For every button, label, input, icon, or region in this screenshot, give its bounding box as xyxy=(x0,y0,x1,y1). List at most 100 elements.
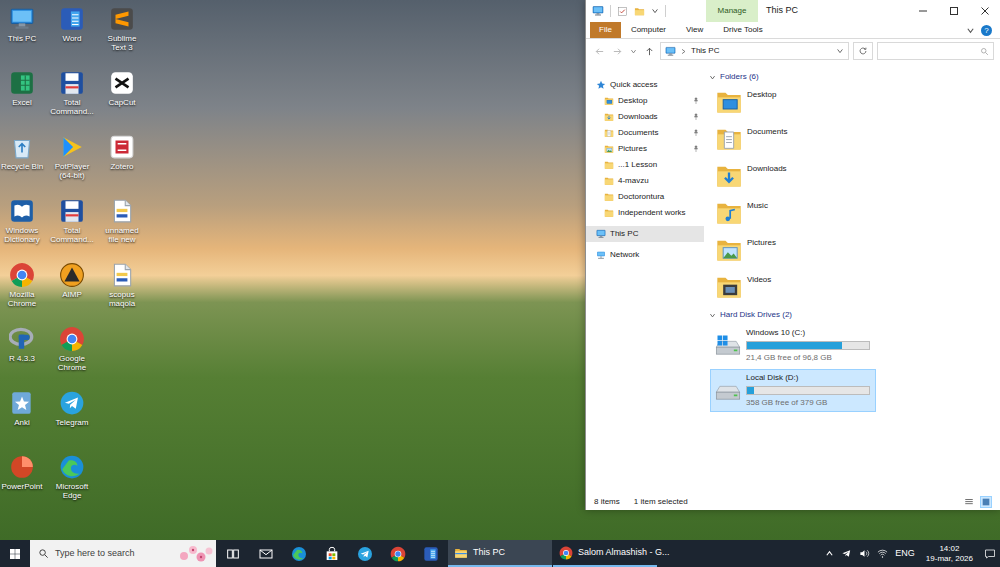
drive-usage-bar xyxy=(746,341,870,350)
edge-icon xyxy=(59,454,85,480)
desktop-icon[interactable]: CapCut xyxy=(100,68,144,132)
desktop-icon[interactable]: Excel xyxy=(0,68,44,132)
drive-item[interactable]: Local Disk (D:)358 GB free of 379 GB xyxy=(710,369,876,412)
taskbar-pinned-app[interactable] xyxy=(381,540,414,567)
folder-item[interactable]: Desktop xyxy=(715,83,1000,120)
nav-item[interactable]: Quick access xyxy=(586,77,704,93)
nav-item[interactable]: Downloads xyxy=(586,109,704,125)
nav-item[interactable]: 4-mavzu xyxy=(586,173,704,189)
close-button[interactable] xyxy=(969,0,1000,22)
nav-item[interactable]: Desktop xyxy=(586,93,704,109)
taskbar-pinned-app[interactable] xyxy=(249,540,282,567)
ribbon-tab[interactable]: Drive Tools xyxy=(713,22,772,38)
desktop-icon[interactable]: Telegram xyxy=(50,388,94,452)
downloads-folder-icon xyxy=(604,112,614,122)
desktop-icon[interactable]: PowerPoint xyxy=(0,452,44,516)
file-explorer-window[interactable]: ManageThis PCFileComputerViewDrive Tools… xyxy=(585,0,1000,510)
taskbar-pinned-app[interactable] xyxy=(216,540,249,567)
folder-item[interactable]: Pictures xyxy=(715,231,1000,268)
nav-item-label: Pictures xyxy=(618,143,647,155)
desktop-icon[interactable]: scopus maqola xyxy=(100,260,144,324)
back-button[interactable] xyxy=(592,46,606,57)
desktop-icon[interactable]: AIMP xyxy=(50,260,94,324)
nav-item[interactable]: ...1 Lesson xyxy=(586,157,704,173)
refresh-button[interactable] xyxy=(853,42,873,60)
folder-item[interactable]: Downloads xyxy=(715,157,1000,194)
desktop-icon[interactable]: unnamed file new xyxy=(100,196,144,260)
folder-item[interactable]: Documents xyxy=(715,120,1000,157)
taskbar-search-box[interactable]: Type here to search xyxy=(30,540,216,567)
pin-icon xyxy=(692,145,700,153)
forward-button[interactable] xyxy=(610,46,624,57)
show-hidden-icons-button[interactable] xyxy=(825,549,834,558)
taskbar-window-button[interactable]: Salom Almashish - G... xyxy=(553,540,657,567)
desktop-icon-label: Google Chrome xyxy=(50,354,94,372)
totalcmd-icon xyxy=(59,70,85,96)
ribbon-tab[interactable]: Computer xyxy=(621,22,676,38)
breadcrumb-separator-icon xyxy=(680,48,687,55)
clock[interactable]: 14:0219-mar, 2026 xyxy=(922,544,977,564)
desktop-icon[interactable]: Microsoft Edge xyxy=(50,452,94,516)
desktop-icon[interactable]: Total Command... xyxy=(50,68,94,132)
new-folder-icon xyxy=(634,6,645,17)
forward-arrow-icon xyxy=(612,46,623,57)
up-button[interactable] xyxy=(642,46,656,57)
folder-item[interactable]: Music xyxy=(715,194,1000,231)
downloads-folder-icon xyxy=(715,162,743,190)
nav-item-label: This PC xyxy=(610,228,638,240)
documents-folder-icon xyxy=(604,128,614,138)
desktop-icon[interactable]: R 4.3.3 xyxy=(0,324,44,388)
desktop-icon[interactable]: Recycle Bin xyxy=(0,132,44,196)
nav-item[interactable]: Doctorontura xyxy=(586,189,704,205)
file-icon xyxy=(109,262,135,288)
taskbar-pinned-app[interactable] xyxy=(414,540,447,567)
drive-item[interactable]: Windows 10 (C:)21,4 GB free of 96,8 GB xyxy=(710,324,876,367)
desktop-icon[interactable]: Total Command... xyxy=(50,196,94,260)
expand-ribbon-button[interactable] xyxy=(966,26,975,35)
desktop-icon[interactable]: This PC xyxy=(0,4,44,68)
taskbar-pinned-app[interactable] xyxy=(315,540,348,567)
section-header[interactable]: Hard Disk Drives (2) xyxy=(709,309,1000,321)
show-hidden-icons-icon xyxy=(825,549,834,558)
help-button[interactable]: ? xyxy=(981,25,992,36)
desktop-icon[interactable]: Sublime Text 3 xyxy=(100,4,144,68)
screen: This PCExcelRecycle BinWindows Dictionar… xyxy=(0,0,1000,567)
drive-usage-fill xyxy=(747,387,754,394)
ribbon-tab[interactable]: View xyxy=(676,22,713,38)
taskbar-pinned-app[interactable] xyxy=(282,540,315,567)
taskbar-pinned-app[interactable] xyxy=(348,540,381,567)
desktop-icon[interactable]: Anki xyxy=(0,388,44,452)
input-language[interactable]: ENG xyxy=(895,547,915,561)
desktop-icon[interactable]: Windows Dictionary xyxy=(0,196,44,260)
nav-item[interactable]: Documents xyxy=(586,125,704,141)
folder-item[interactable]: Videos xyxy=(715,268,1000,305)
nav-item[interactable]: Pictures xyxy=(586,141,704,157)
desktop-icon-label: Windows Dictionary xyxy=(0,226,44,244)
back-arrow-icon xyxy=(594,46,605,57)
search-box[interactable] xyxy=(877,42,994,60)
address-bar[interactable]: This PC xyxy=(660,42,849,60)
large-icons-view-button[interactable] xyxy=(980,496,992,508)
nav-item[interactable]: Network xyxy=(586,247,704,263)
maximize-button[interactable] xyxy=(938,0,969,22)
folder-label: Music xyxy=(747,194,768,212)
recent-locations-button[interactable] xyxy=(628,48,638,55)
desktop-icon[interactable]: Google Chrome xyxy=(50,324,94,388)
taskbar-window-button[interactable]: This PC xyxy=(448,540,552,567)
desktop-icon[interactable]: Word xyxy=(50,4,94,68)
notifications-button[interactable] xyxy=(984,548,996,560)
desktop-folder-icon xyxy=(715,88,743,116)
file-tab[interactable]: File xyxy=(590,22,621,38)
desktop-icon[interactable]: PotPlayer (64-bit) xyxy=(50,132,94,196)
desktop-icon[interactable]: Zotero xyxy=(100,132,144,196)
section-header[interactable]: Folders (6) xyxy=(709,71,1000,83)
details-view-button[interactable] xyxy=(964,497,974,507)
minimize-button[interactable] xyxy=(907,0,938,22)
folder-folder-icon xyxy=(604,160,614,170)
start-button[interactable] xyxy=(0,540,30,567)
desktop-icon[interactable]: Mozilla Chrome xyxy=(0,260,44,324)
nav-item[interactable]: This PC xyxy=(586,226,704,242)
desktop-icon-label: unnamed file new xyxy=(100,226,144,244)
nav-item[interactable]: Independent works xyxy=(586,205,704,221)
search-placeholder: Type here to search xyxy=(55,547,135,561)
